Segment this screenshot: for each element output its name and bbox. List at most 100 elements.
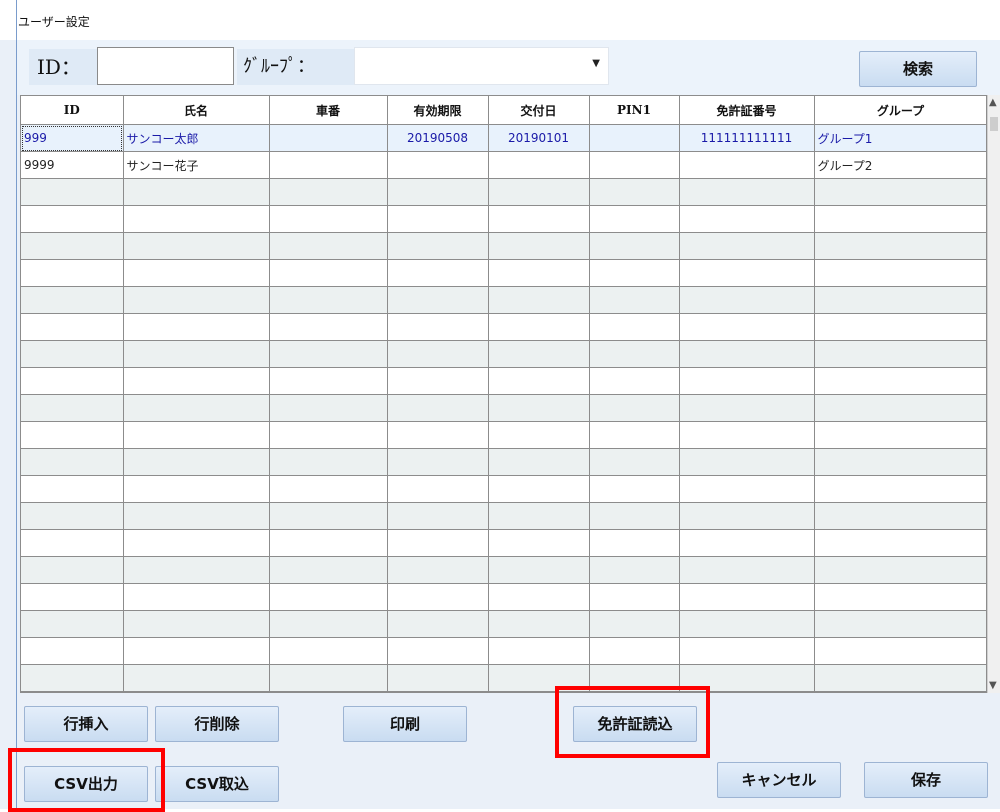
table-cell[interactable] xyxy=(488,178,590,206)
table-cell[interactable] xyxy=(679,448,815,476)
table-cell[interactable] xyxy=(679,529,815,557)
table-cell[interactable] xyxy=(679,313,815,341)
table-cell[interactable] xyxy=(123,313,270,341)
table-cell[interactable] xyxy=(814,421,986,449)
table-cell[interactable] xyxy=(387,448,489,476)
table-cell[interactable] xyxy=(679,205,815,233)
table-cell[interactable] xyxy=(269,421,388,449)
table-cell[interactable] xyxy=(387,367,489,395)
table-row[interactable] xyxy=(21,637,986,665)
table-cell[interactable] xyxy=(21,205,124,233)
table-cell[interactable] xyxy=(488,556,590,584)
table-cell[interactable] xyxy=(387,205,489,233)
table-cell[interactable]: 9999 xyxy=(21,151,124,179)
table-cell[interactable] xyxy=(21,610,124,638)
cancel-button[interactable]: キャンセル xyxy=(717,762,841,798)
table-row[interactable] xyxy=(21,367,986,395)
table-cell[interactable] xyxy=(814,340,986,368)
table-cell[interactable] xyxy=(679,232,815,260)
table-cell[interactable] xyxy=(387,232,489,260)
table-cell[interactable] xyxy=(123,691,270,692)
table-cell[interactable] xyxy=(123,232,270,260)
table-cell[interactable] xyxy=(814,205,986,233)
table-cell[interactable] xyxy=(123,448,270,476)
table-cell[interactable] xyxy=(814,367,986,395)
table-cell[interactable] xyxy=(123,394,270,422)
group-select[interactable]: ▼ xyxy=(354,47,609,85)
table-cell[interactable] xyxy=(679,151,815,179)
table-cell[interactable] xyxy=(488,259,590,287)
table-cell[interactable] xyxy=(269,232,388,260)
table-cell[interactable] xyxy=(123,205,270,233)
table-cell[interactable] xyxy=(387,637,489,665)
table-cell[interactable] xyxy=(123,475,270,503)
table-cell[interactable] xyxy=(679,502,815,530)
table-cell[interactable] xyxy=(387,502,489,530)
table-cell[interactable] xyxy=(123,421,270,449)
table-cell[interactable]: 20190101 xyxy=(488,124,590,152)
table-row[interactable] xyxy=(21,529,986,557)
table-cell[interactable] xyxy=(679,637,815,665)
table-cell[interactable] xyxy=(21,583,124,611)
table-cell[interactable] xyxy=(387,475,489,503)
table-row[interactable]: 999 サンコー太郎 20190508 20190101 111111111111 グルー… xyxy=(21,124,986,152)
table-cell[interactable] xyxy=(269,205,388,233)
table-cell[interactable] xyxy=(589,340,680,368)
table-cell[interactable] xyxy=(21,313,124,341)
table-cell[interactable] xyxy=(387,610,489,638)
table-cell[interactable] xyxy=(21,475,124,503)
table-cell[interactable] xyxy=(814,610,986,638)
table-cell[interactable] xyxy=(679,610,815,638)
table-cell[interactable] xyxy=(269,475,388,503)
table-cell[interactable] xyxy=(123,529,270,557)
table-cell[interactable] xyxy=(679,259,815,287)
table-cell[interactable] xyxy=(814,637,986,665)
table-cell[interactable] xyxy=(589,286,680,314)
table-cell[interactable] xyxy=(387,178,489,206)
table-cell[interactable]: 20190508 xyxy=(387,124,489,152)
table-cell[interactable] xyxy=(488,232,590,260)
table-cell[interactable] xyxy=(679,421,815,449)
table-cell[interactable] xyxy=(589,583,680,611)
table-cell[interactable] xyxy=(488,610,590,638)
table-cell[interactable] xyxy=(488,313,590,341)
table-row[interactable] xyxy=(21,313,986,341)
table-cell[interactable]: サンコー太郎 xyxy=(123,124,270,152)
table-cell[interactable] xyxy=(269,529,388,557)
table-cell[interactable] xyxy=(814,313,986,341)
table-cell[interactable] xyxy=(387,529,489,557)
table-cell[interactable] xyxy=(488,475,590,503)
print-button[interactable]: 印刷 xyxy=(343,706,467,742)
table-cell[interactable] xyxy=(387,340,489,368)
table-cell[interactable] xyxy=(21,367,124,395)
table-cell[interactable] xyxy=(679,286,815,314)
table-cell[interactable] xyxy=(814,178,986,206)
table-cell[interactable] xyxy=(814,556,986,584)
table-cell[interactable] xyxy=(679,556,815,584)
table-row[interactable] xyxy=(21,205,986,233)
table-cell[interactable] xyxy=(123,259,270,287)
insert-row-button[interactable]: 行挿入 xyxy=(24,706,148,742)
table-cell[interactable] xyxy=(488,205,590,233)
table-cell[interactable] xyxy=(21,340,124,368)
table-cell[interactable] xyxy=(269,637,388,665)
table-cell[interactable] xyxy=(123,502,270,530)
table-cell[interactable] xyxy=(123,556,270,584)
table-cell[interactable] xyxy=(488,340,590,368)
table-cell[interactable] xyxy=(21,502,124,530)
table-cell[interactable] xyxy=(488,637,590,665)
table-cell[interactable] xyxy=(21,178,124,206)
table-cell[interactable] xyxy=(488,421,590,449)
table-cell[interactable] xyxy=(21,637,124,665)
table-cell[interactable] xyxy=(21,259,124,287)
table-cell[interactable] xyxy=(387,664,489,692)
table-row[interactable] xyxy=(21,232,986,260)
column-header[interactable]: 免許証番号 xyxy=(679,96,815,125)
grid-scrollbar[interactable]: ▲ ▼ xyxy=(987,95,1000,693)
table-row[interactable] xyxy=(21,610,986,638)
table-cell[interactable] xyxy=(488,502,590,530)
table-row[interactable] xyxy=(21,178,986,206)
table-cell[interactable] xyxy=(589,367,680,395)
table-cell[interactable] xyxy=(589,421,680,449)
table-cell[interactable] xyxy=(269,124,388,152)
